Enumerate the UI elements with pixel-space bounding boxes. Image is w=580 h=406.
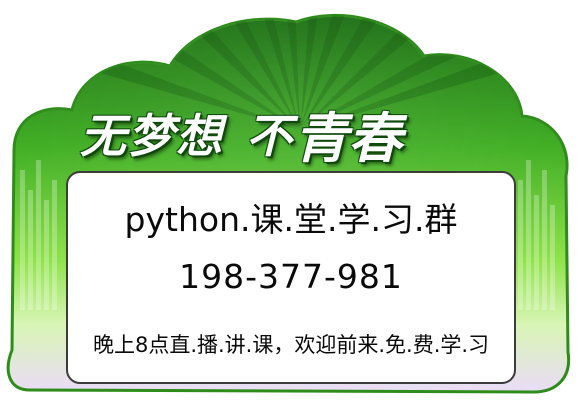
- info-card: python.课.堂.学.习.群 198-377-981 晚上8点直.播.讲.课…: [66, 171, 516, 384]
- slogan-banner: 无梦想 不 青春: [80, 98, 520, 170]
- slogan-part-2: 不: [246, 109, 294, 163]
- schedule-note: 晚上8点直.播.讲.课，欢迎前来.免.费.学.习: [92, 333, 490, 357]
- slogan-part-1: 无梦想: [80, 109, 224, 163]
- group-number: 198-377-981: [179, 257, 403, 296]
- slogan-part-3: 青春: [294, 106, 402, 170]
- promo-poster: 无梦想 不 青春 python.课.堂.学.习.群 198-377-981 晚上…: [0, 0, 580, 406]
- group-title: python.课.堂.学.习.群: [124, 200, 458, 239]
